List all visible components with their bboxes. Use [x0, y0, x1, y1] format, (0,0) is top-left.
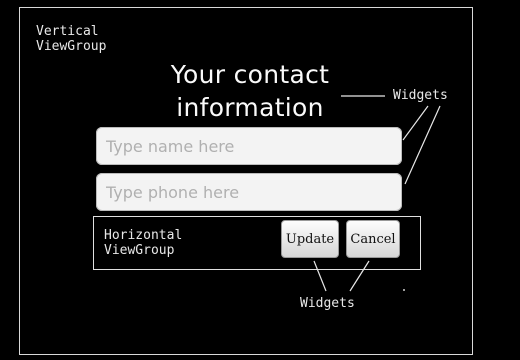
annotation-lines	[313, 95, 441, 292]
cancel-pointer-line	[349, 260, 370, 292]
phone-field-pointer-line	[404, 105, 441, 185]
name-field-pointer-line	[402, 105, 429, 141]
speck-dot	[403, 289, 405, 291]
widgets-label-top: Widgets	[393, 88, 448, 103]
update-pointer-line	[313, 260, 327, 292]
widgets-label-bottom: Widgets	[300, 296, 355, 311]
